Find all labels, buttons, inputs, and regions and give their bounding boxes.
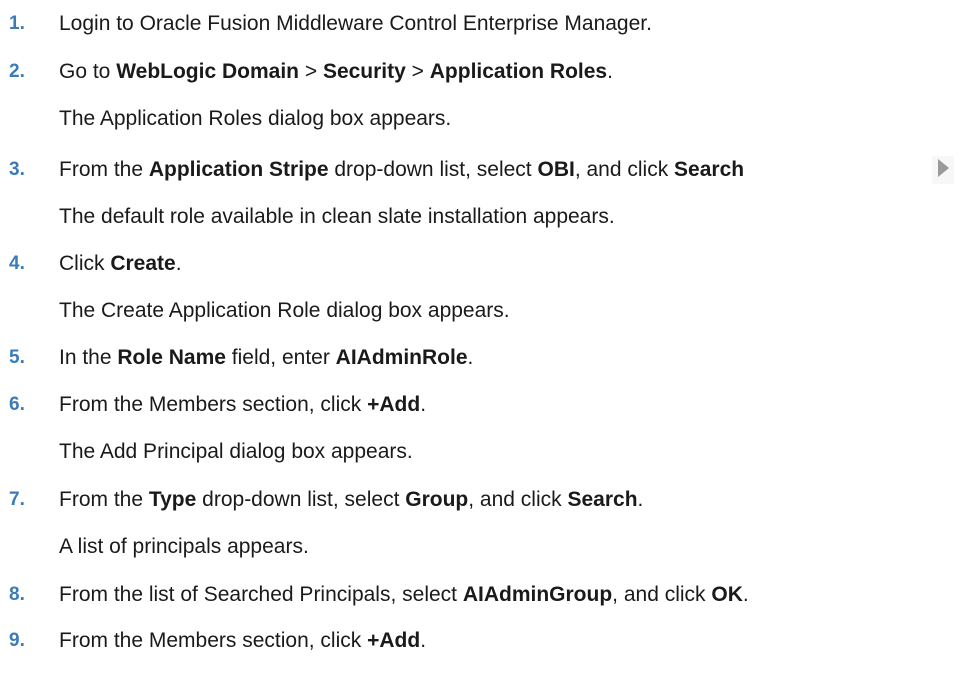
ui-term: Search [674, 158, 745, 181]
instruction-text: . [420, 629, 427, 652]
instruction-text: drop-down list, select [196, 488, 406, 511]
instruction-text: . [637, 488, 644, 511]
ui-term: Type [148, 488, 197, 511]
step-instruction: Click Create. [59, 250, 182, 278]
step-instruction: From the Members section, click +Add. [59, 627, 426, 655]
step-result: The Create Application Role dialog box a… [59, 299, 510, 322]
ui-term: OBI [537, 158, 575, 181]
step-number: 5. [9, 347, 25, 368]
step-number: 2. [9, 61, 25, 82]
instruction-text: , and click [468, 488, 568, 511]
instruction-text: . [420, 393, 427, 416]
step-instruction: From the Application Stripe drop-down li… [59, 156, 744, 184]
instruction-text: From the Members section, click [59, 393, 368, 416]
step-number: 8. [9, 584, 25, 605]
ui-term: OK [711, 583, 743, 606]
step-number: 3. [9, 159, 25, 180]
step-instruction: In the Role Name field, enter AIAdminRol… [59, 344, 473, 372]
step-number: 6. [9, 394, 25, 415]
instruction-text: From the [59, 158, 149, 181]
search-arrow-icon [932, 156, 954, 184]
instruction-text: field, enter [225, 346, 336, 369]
instruction-text: , and click [612, 583, 712, 606]
step-result: A list of principals appears. [59, 535, 309, 558]
ui-term: Create [110, 252, 176, 275]
ui-term: +Add [367, 629, 421, 652]
step-instruction: Login to Oracle Fusion Middleware Contro… [59, 10, 652, 38]
instruction-text: Go to [59, 60, 117, 83]
step-result: The Application Roles dialog box appears… [59, 107, 452, 130]
instruction-text: Click [59, 252, 111, 275]
instruction-text: . [175, 252, 182, 275]
ui-term: Application Stripe [148, 158, 329, 181]
step-number: 9. [9, 630, 25, 651]
step-result: The default role available in clean slat… [59, 205, 615, 228]
step-number: 1. [9, 13, 25, 34]
ui-term: WebLogic Domain [116, 60, 299, 83]
instruction-text: > [405, 60, 430, 83]
step-instruction: Go to WebLogic Domain > Security > Appli… [59, 58, 613, 86]
ui-term: +Add [367, 393, 421, 416]
instruction-text: . [742, 583, 749, 606]
step-number: 4. [9, 253, 25, 274]
instruction-text: . [467, 346, 474, 369]
step-instruction: From the list of Searched Principals, se… [59, 581, 749, 609]
step-number: 7. [9, 489, 25, 510]
step-instruction: From the Type drop-down list, select Gro… [59, 486, 643, 514]
instruction-text: > [299, 60, 323, 83]
instruction-text: In the [59, 346, 118, 369]
instruction-text: Login to Oracle Fusion Middleware Contro… [59, 12, 652, 35]
ui-term: Role Name [117, 346, 226, 369]
instruction-text: . [607, 60, 613, 83]
instruction-text: From the list of Searched Principals, se… [59, 583, 463, 606]
step-instruction: From the Members section, click +Add. [59, 391, 426, 419]
instruction-text: , and click [574, 158, 675, 181]
ui-term: Search [567, 488, 638, 511]
step-result: The Add Principal dialog box appears. [59, 440, 413, 463]
ui-term: AIAdminGroup [462, 583, 613, 606]
ui-term: Security [322, 60, 406, 83]
instruction-text: From the [59, 488, 149, 511]
ui-term: Application Roles [429, 60, 608, 83]
ui-term: AIAdminRole [335, 346, 468, 369]
ui-term: Group [405, 488, 469, 511]
instruction-text: From the Members section, click [59, 629, 368, 652]
instruction-text: drop-down list, select [328, 158, 538, 181]
